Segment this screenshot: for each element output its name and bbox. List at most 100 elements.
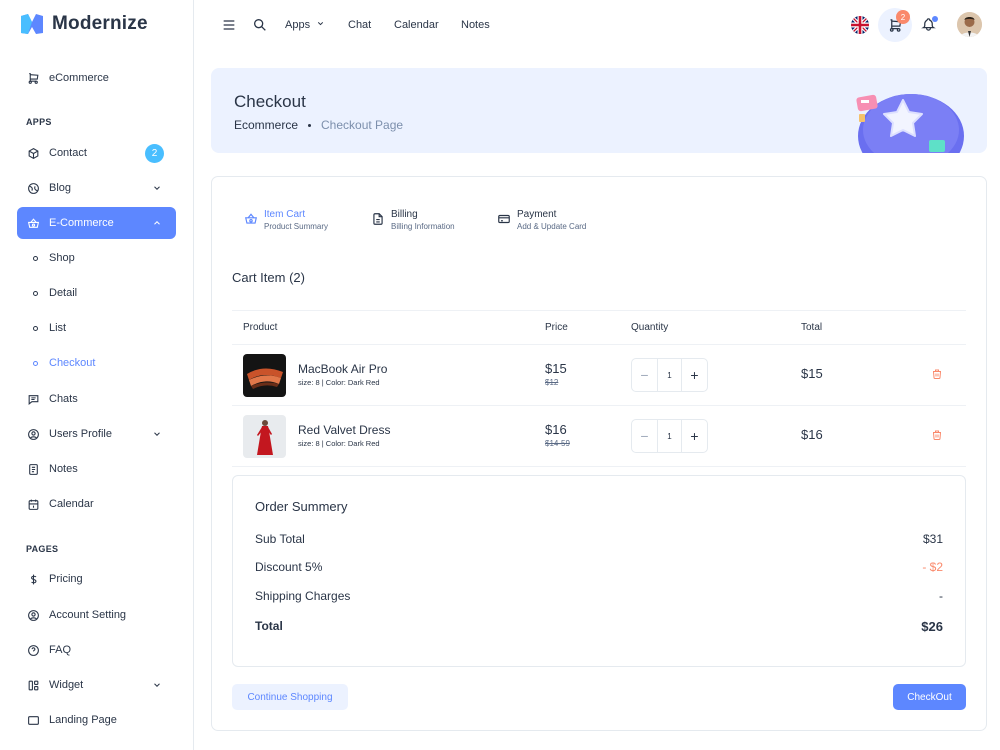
star-illustration xyxy=(856,94,964,153)
page-header-banner: Checkout Ecommerce Checkout Page xyxy=(211,68,987,153)
breadcrumb-current: Checkout Page xyxy=(321,118,404,132)
step-subtitle: Product Summary xyxy=(264,222,329,231)
shipping-value: - xyxy=(939,589,943,603)
cart-button[interactable]: 2 xyxy=(878,8,912,42)
sidebar-item-landing-page[interactable]: Landing Page xyxy=(17,704,176,736)
table-header: Product Price Quantity Total xyxy=(232,310,966,345)
step-title: Item Cart xyxy=(264,209,306,220)
trash-icon[interactable] xyxy=(931,368,943,380)
credit-card-icon xyxy=(498,214,510,224)
product-old-price: $14-59 xyxy=(545,439,570,448)
product-price: $15 xyxy=(545,361,567,376)
step-subtitle: Billing Information xyxy=(391,222,455,231)
sidebar-item-label: Notes xyxy=(49,463,78,475)
globe-icon xyxy=(26,181,40,195)
calendar-icon xyxy=(26,497,40,511)
continue-shopping-button[interactable]: Continue Shopping xyxy=(232,684,348,710)
table-row: MacBook Air Pro size: 8 | Color: Dark Re… xyxy=(232,345,966,406)
nav-link-notes[interactable]: Notes xyxy=(461,19,490,31)
checkout-button[interactable]: CheckOut xyxy=(893,684,966,710)
sidebar-item-calendar[interactable]: Calendar xyxy=(17,488,176,520)
subtotal-value: $31 xyxy=(922,532,943,546)
product-meta: size: 8 | Color: Dark Red xyxy=(298,378,380,387)
sidebar-item-blog[interactable]: Blog xyxy=(17,172,176,204)
sidebar-item-label: Contact xyxy=(49,147,87,159)
user-avatar[interactable] xyxy=(957,12,982,37)
sidebar-item-pricing[interactable]: Pricing xyxy=(17,563,176,595)
sidebar-subitem-checkout[interactable]: Checkout xyxy=(33,357,95,369)
discount-label: Discount 5% xyxy=(255,560,323,574)
increase-quantity-button[interactable]: + xyxy=(682,420,707,452)
table-row: Red Valvet Dress size: 8 | Color: Dark R… xyxy=(232,406,966,467)
sidebar-item-faq[interactable]: FAQ xyxy=(17,634,176,666)
cart-title: Cart Item (2) xyxy=(232,270,305,285)
sidebar-item-contact[interactable]: Contact 2 xyxy=(17,137,176,169)
basket-icon xyxy=(26,216,40,230)
step-payment[interactable]: Payment Add & Update Card xyxy=(497,209,586,232)
column-header: Total xyxy=(801,322,823,333)
sidebar-item-label: Account Setting xyxy=(49,609,127,621)
discount-value: - $2 xyxy=(922,560,943,574)
notes-icon xyxy=(26,462,40,476)
step-item-cart[interactable]: Item Cart Product Summary xyxy=(244,209,328,232)
step-title: Payment xyxy=(517,209,557,220)
sidebar-item-ecommerce[interactable]: E-Commerce xyxy=(17,207,176,239)
sidebar-item-notes[interactable]: Notes xyxy=(17,453,176,485)
chevron-up-icon xyxy=(154,221,160,225)
product-name: MacBook Air Pro xyxy=(298,362,388,376)
sidebar-item-label: E-Commerce xyxy=(49,217,114,229)
bullet-icon xyxy=(33,325,38,331)
product-image-macbook[interactable] xyxy=(243,354,286,397)
sidebar-item-widget[interactable]: Widget xyxy=(17,669,176,701)
sidebar-item-label: Pricing xyxy=(49,573,83,585)
sidebar-subitem-shop[interactable]: Shop xyxy=(33,252,75,264)
sidebar-item-ecommerce-dashboard[interactable]: eCommerce xyxy=(17,62,176,94)
help-icon xyxy=(26,643,40,657)
shipping-label: Shipping Charges xyxy=(255,589,351,603)
sidebar-item-chats[interactable]: Chats xyxy=(17,383,176,415)
sidebar: Modernize eCommerce APPS Contact 2 Blog … xyxy=(0,0,194,750)
subtotal-label: Sub Total xyxy=(255,532,305,546)
breadcrumb-separator xyxy=(308,123,312,127)
decrease-quantity-button[interactable]: − xyxy=(632,420,657,452)
trash-icon[interactable] xyxy=(931,429,943,441)
sidebar-subitem-detail[interactable]: Detail xyxy=(33,287,77,299)
sidebar-subitem-list[interactable]: List xyxy=(33,322,66,334)
column-header: Product xyxy=(243,322,278,333)
quantity-value[interactable]: 1 xyxy=(657,359,682,391)
notification-button[interactable] xyxy=(921,16,938,37)
shipping-row: Shipping Charges - xyxy=(255,589,943,603)
brand-logo[interactable]: Modernize xyxy=(20,13,148,35)
quantity-value[interactable]: 1 xyxy=(657,420,682,452)
nav-link-calendar[interactable]: Calendar xyxy=(394,19,439,31)
chevron-down-icon xyxy=(154,432,160,436)
language-flag-icon[interactable] xyxy=(851,16,869,34)
sidebar-item-account-setting[interactable]: Account Setting xyxy=(17,599,176,631)
product-image-dress[interactable] xyxy=(243,415,286,458)
total-label: Total xyxy=(255,619,283,633)
product-meta: size: 8 | Color: Dark Red xyxy=(298,439,380,448)
basket-icon xyxy=(245,213,257,224)
sidebar-subitem-label: List xyxy=(49,322,67,334)
step-billing[interactable]: Billing Billing Information xyxy=(371,209,455,232)
search-icon[interactable] xyxy=(252,17,268,33)
sidebar-item-label: eCommerce xyxy=(49,72,109,84)
menu-icon[interactable] xyxy=(221,17,237,33)
sidebar-item-label: Calendar xyxy=(49,498,94,510)
chevron-down-icon xyxy=(318,22,324,26)
sidebar-item-users-profile[interactable]: Users Profile xyxy=(17,418,176,450)
nav-link-apps[interactable]: Apps xyxy=(285,19,325,31)
bullet-icon xyxy=(33,255,38,261)
increase-quantity-button[interactable]: + xyxy=(682,359,707,391)
cart-icon xyxy=(26,71,40,85)
box-icon xyxy=(26,146,40,160)
nav-link-chat[interactable]: Chat xyxy=(348,19,371,31)
app-window-icon xyxy=(26,713,40,727)
order-summary: Order Summery Sub Total $31 Discount 5% … xyxy=(232,475,966,667)
sidebar-item-label: Blog xyxy=(49,182,72,194)
page-title: Checkout xyxy=(234,92,306,111)
breadcrumb-home-link[interactable]: Ecommerce xyxy=(234,118,298,132)
sidebar-subitem-label: Checkout xyxy=(49,357,96,369)
topbar: Apps Chat Calendar Notes 2 xyxy=(194,0,1000,52)
decrease-quantity-button[interactable]: − xyxy=(632,359,657,391)
